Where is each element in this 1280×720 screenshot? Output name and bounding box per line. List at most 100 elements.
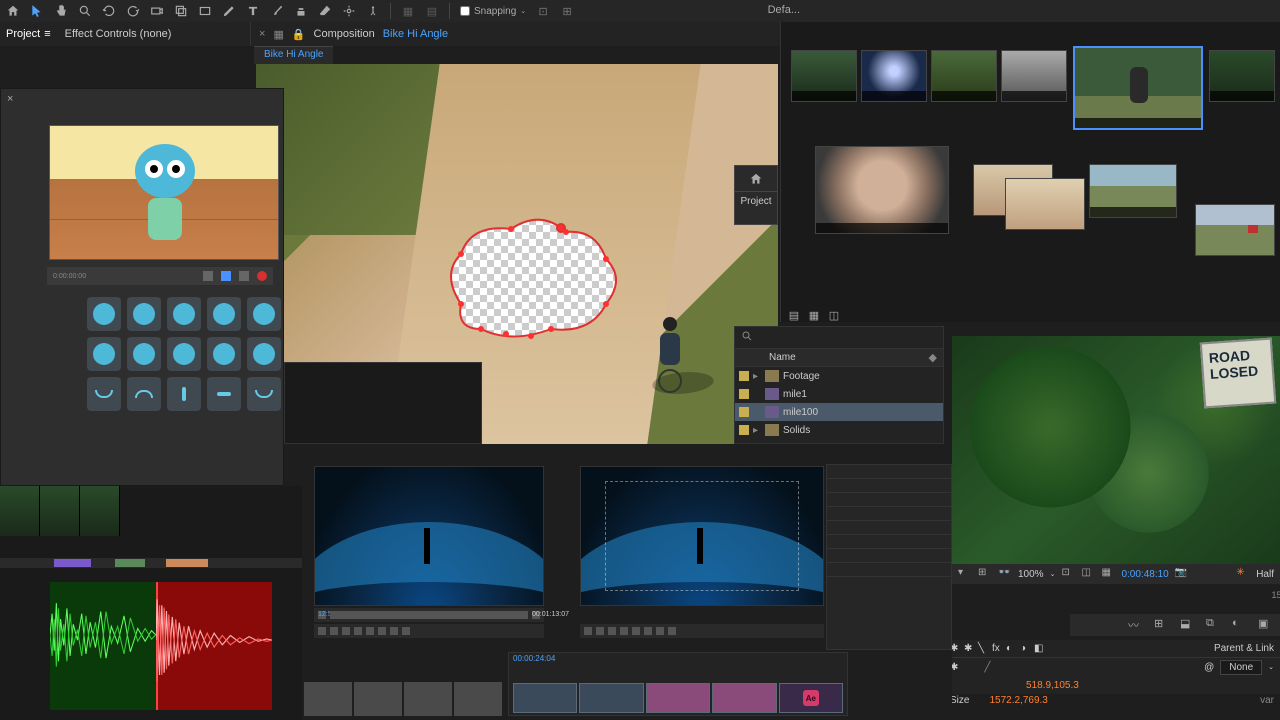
- program-monitor[interactable]: [580, 466, 824, 606]
- list-view-icon[interactable]: ▤: [787, 308, 801, 322]
- camera-tool-icon[interactable]: [150, 4, 164, 18]
- play-icon[interactable]: [221, 271, 231, 281]
- adjust-icon[interactable]: ◑: [1020, 643, 1032, 655]
- expression-thumb[interactable]: [167, 297, 201, 331]
- graphics-clip[interactable]: [646, 683, 710, 713]
- snapping-checkbox[interactable]: [460, 6, 470, 16]
- video-clip[interactable]: [579, 683, 643, 713]
- viseme-thumb[interactable]: [207, 377, 241, 411]
- chevron-down-icon[interactable]: ⌄: [1268, 663, 1274, 671]
- project-tab[interactable]: Project ≡: [6, 28, 51, 40]
- essential-graphics-panel[interactable]: [826, 464, 952, 650]
- tl-timecode[interactable]: 00:00:24:04: [513, 654, 555, 663]
- media-thumb-face[interactable]: [815, 146, 949, 234]
- record-icon[interactable]: [257, 271, 267, 281]
- close-icon[interactable]: ×: [259, 28, 265, 40]
- play-icon[interactable]: [354, 627, 362, 635]
- mask-icon[interactable]: 👓: [998, 567, 1012, 581]
- floating-project-panel[interactable]: Project: [734, 165, 778, 225]
- type-tool-icon[interactable]: [246, 4, 260, 18]
- zoom-tool-icon[interactable]: [78, 4, 92, 18]
- zoom-chevron-icon[interactable]: ⌄: [1050, 570, 1056, 578]
- media-thumb[interactable]: [791, 50, 857, 102]
- mark-in-icon[interactable]: [318, 627, 326, 635]
- project-column-header[interactable]: Name ◆: [735, 349, 943, 367]
- layer-row[interactable]: ✱ ╱ @ None ⌄: [944, 658, 1280, 676]
- timeline-clips[interactable]: Ae: [513, 683, 843, 713]
- next-frame-icon[interactable]: [239, 271, 249, 281]
- twirl-icon[interactable]: ▸: [753, 425, 761, 436]
- media-thumb[interactable]: [1089, 164, 1177, 218]
- quality-icon[interactable]: fx: [992, 643, 1004, 655]
- current-timecode[interactable]: 0:00:48:10: [1121, 569, 1168, 580]
- media-thumb[interactable]: [1001, 50, 1067, 102]
- sequence-timeline[interactable]: 00:00:24:04 Ae: [508, 652, 848, 716]
- media-thumb[interactable]: [1005, 178, 1085, 230]
- waveform-display[interactable]: [50, 582, 272, 710]
- brush-tool-icon[interactable]: [270, 4, 284, 18]
- grid-view-icon[interactable]: ▦: [807, 308, 821, 322]
- media-thumb[interactable]: [1209, 50, 1275, 102]
- parent-dropdown[interactable]: None: [1220, 660, 1262, 675]
- orbit-tool-icon[interactable]: [102, 4, 116, 18]
- snapping-toggle[interactable]: Snapping ⌄: [460, 6, 526, 17]
- timeline-ruler[interactable]: [0, 558, 302, 568]
- project-item[interactable]: mile100: [735, 403, 943, 421]
- expression-thumb[interactable]: [167, 337, 201, 371]
- mask-shape[interactable]: [431, 204, 631, 354]
- effects-search-panel[interactable]: [284, 362, 482, 444]
- twirl-icon[interactable]: ▸: [753, 371, 761, 382]
- hand-tool-icon[interactable]: [54, 4, 68, 18]
- secondary-viewer[interactable]: ROAD LOSED: [952, 336, 1280, 564]
- search-icon[interactable]: [741, 330, 753, 345]
- pan-behind-tool-icon[interactable]: [174, 4, 188, 18]
- media-thumb[interactable]: [1195, 204, 1275, 256]
- label-swatch[interactable]: [739, 389, 749, 399]
- expression-thumb[interactable]: [87, 297, 121, 331]
- graph-editor-icon[interactable]: 〰: [1128, 617, 1144, 633]
- composition-subtab[interactable]: Bike Hi Angle: [254, 46, 333, 64]
- lock-icon[interactable]: 🔒: [292, 28, 306, 41]
- transparency-icon[interactable]: ▦: [1101, 567, 1115, 581]
- clone-stamp-tool-icon[interactable]: [294, 4, 308, 18]
- label-swatch[interactable]: [739, 425, 749, 435]
- expression-thumb[interactable]: [247, 297, 281, 331]
- expression-thumb[interactable]: [247, 337, 281, 371]
- snapping-chevron-icon[interactable]: ⌄: [520, 7, 526, 15]
- overwrite-icon[interactable]: [390, 627, 398, 635]
- insert-icon[interactable]: [378, 627, 386, 635]
- align-icon[interactable]: ▦: [401, 4, 415, 18]
- media-thumb-selected[interactable]: [1073, 46, 1203, 130]
- mark-out-icon[interactable]: [330, 627, 338, 635]
- distribute-icon[interactable]: ▤: [425, 4, 439, 18]
- video-clip[interactable]: [513, 683, 577, 713]
- label-column-icon[interactable]: ◆: [929, 351, 937, 364]
- bin-thumb[interactable]: [304, 682, 352, 716]
- zoom-value[interactable]: 100%: [1018, 569, 1044, 580]
- size-value[interactable]: 1572.2,769.3: [989, 695, 1047, 706]
- effect-controls-tab[interactable]: Effect Controls (none): [65, 28, 172, 40]
- freeform-view-icon[interactable]: ◫: [827, 308, 841, 322]
- viseme-thumb[interactable]: [167, 377, 201, 411]
- project-item[interactable]: ▸Footage: [735, 367, 943, 385]
- workspace-dropdown[interactable]: Defa...: [768, 4, 800, 16]
- expression-thumb[interactable]: [127, 297, 161, 331]
- media-thumb[interactable]: [931, 50, 997, 102]
- bin-thumb[interactable]: [354, 682, 402, 716]
- snap-grid-icon[interactable]: ⊞: [560, 4, 574, 18]
- expression-thumb[interactable]: [87, 337, 121, 371]
- viseme-thumb[interactable]: [247, 377, 281, 411]
- color-mgmt-icon[interactable]: ✳: [1236, 567, 1250, 581]
- viseme-thumb[interactable]: [127, 377, 161, 411]
- grid-icon[interactable]: ⊞: [978, 567, 992, 581]
- expression-thumb[interactable]: [207, 297, 241, 331]
- character-preview[interactable]: [49, 125, 279, 260]
- 3d-layer-icon[interactable]: ◧: [1034, 643, 1046, 655]
- render-queue-icon[interactable]: ⬓: [1180, 617, 1196, 633]
- rectangle-tool-icon[interactable]: [198, 4, 212, 18]
- video-track-thumbs[interactable]: [0, 486, 120, 536]
- rotate-tool-icon[interactable]: [126, 4, 140, 18]
- roto-brush-tool-icon[interactable]: [342, 4, 356, 18]
- graphics-clip[interactable]: [712, 683, 776, 713]
- pen-tool-icon[interactable]: [222, 4, 236, 18]
